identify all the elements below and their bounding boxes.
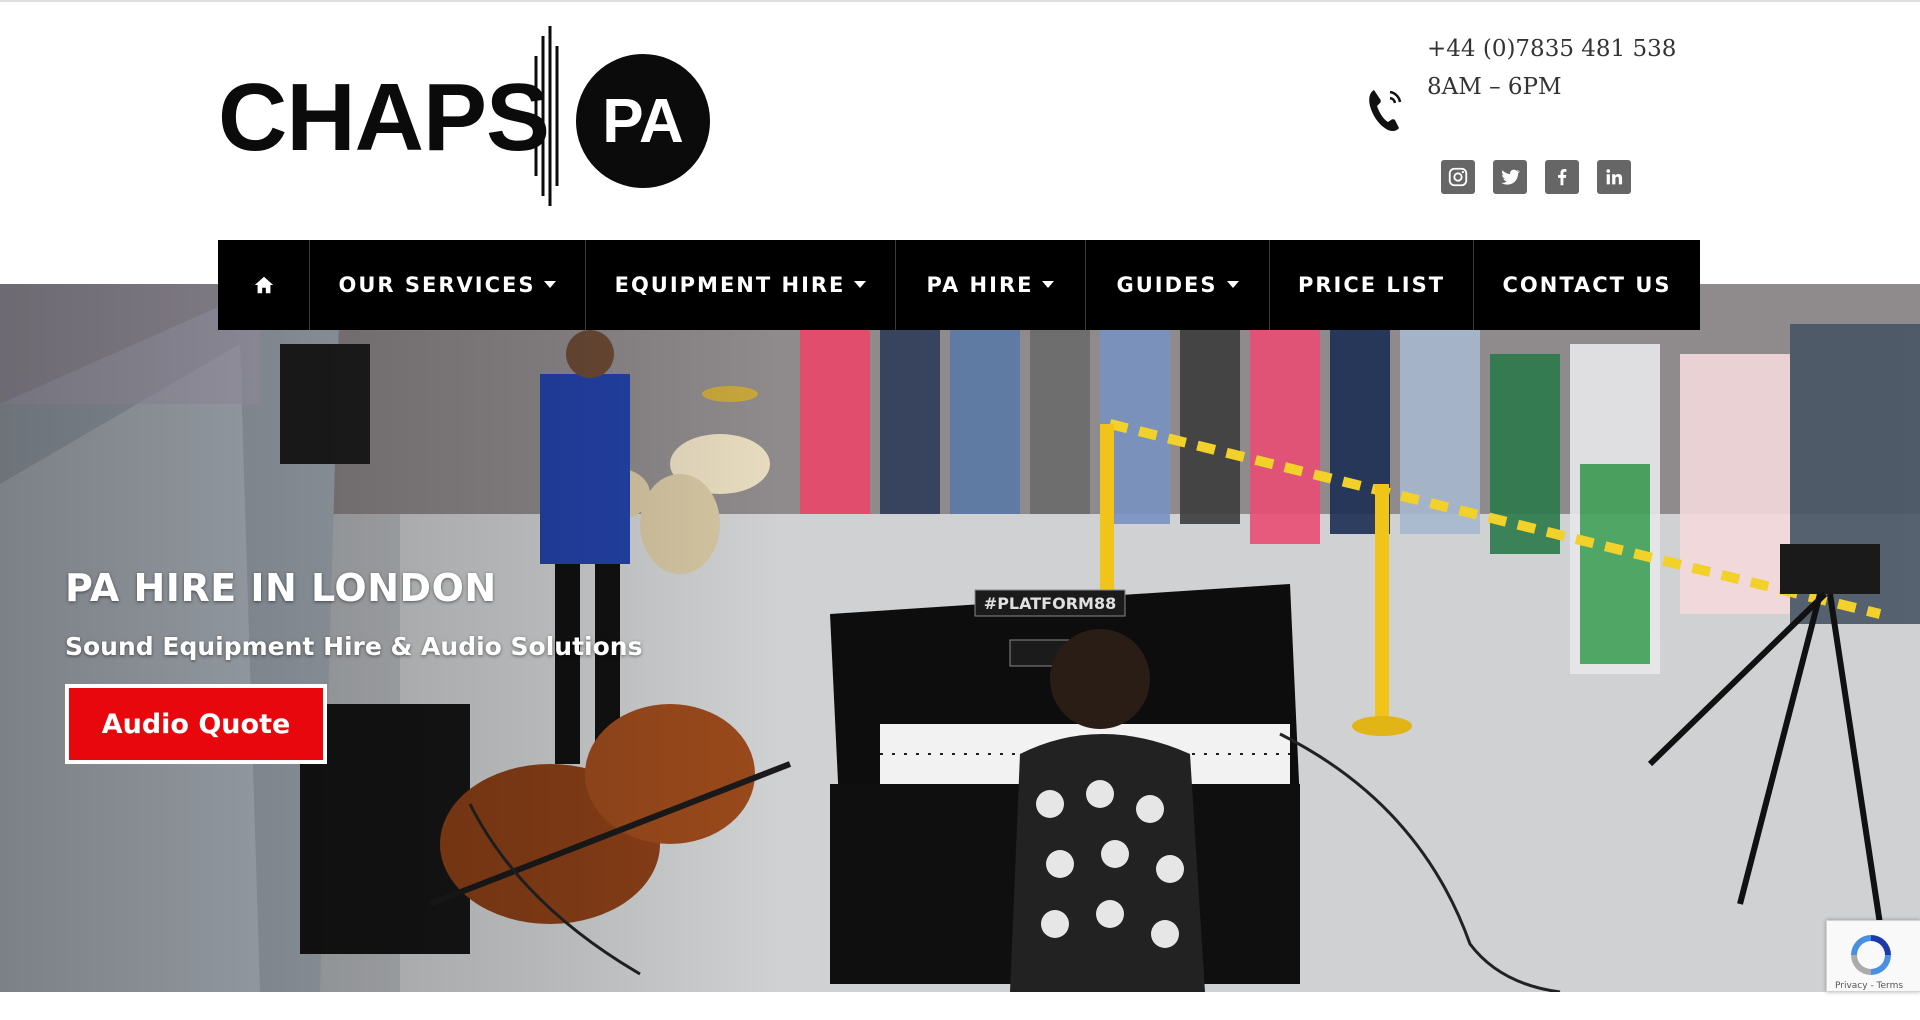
chevron-down-icon bbox=[1042, 280, 1055, 288]
recaptcha-icon bbox=[1851, 935, 1891, 975]
phone-icon bbox=[1369, 90, 1402, 132]
opening-hours: 8AM – 6PM bbox=[1427, 74, 1562, 100]
nav-pa-hire[interactable]: PA HIRE bbox=[896, 240, 1086, 330]
nav-equipment-hire[interactable]: EQUIPMENT HIRE bbox=[586, 240, 896, 330]
logo-wordmark: CHAPS bbox=[218, 64, 550, 171]
nav-equipment-hire-label: EQUIPMENT HIRE bbox=[614, 273, 846, 297]
facebook-icon[interactable] bbox=[1545, 160, 1579, 194]
home-icon bbox=[254, 276, 273, 294]
logo-badge-text: PA bbox=[602, 86, 684, 156]
chevron-down-icon bbox=[1226, 280, 1239, 288]
top-border bbox=[0, 0, 1920, 2]
nav-our-services-label: OUR SERVICES bbox=[338, 273, 536, 297]
nav-contact-us[interactable]: CONTACT US bbox=[1474, 240, 1700, 330]
nav-price-list[interactable]: PRICE LIST bbox=[1270, 240, 1474, 330]
chevron-down-icon bbox=[854, 280, 867, 288]
header-contact: +44 (0)7835 481 538 8AM – 6PM bbox=[1366, 36, 1696, 156]
logo-strings-graphic bbox=[534, 26, 559, 206]
page-bottom-strip bbox=[0, 992, 1920, 1020]
nav-guides[interactable]: GUIDES bbox=[1086, 240, 1270, 330]
hero-title: PA HIRE IN LONDON bbox=[65, 566, 497, 610]
phone-number[interactable]: +44 (0)7835 481 538 bbox=[1427, 36, 1676, 62]
nav-guides-label: GUIDES bbox=[1116, 273, 1218, 297]
chevron-down-icon bbox=[544, 280, 557, 288]
nav-contact-us-label: CONTACT US bbox=[1502, 273, 1672, 297]
instagram-icon[interactable] bbox=[1441, 160, 1475, 194]
nav-pa-hire-label: PA HIRE bbox=[926, 273, 1034, 297]
twitter-icon[interactable] bbox=[1493, 160, 1527, 194]
linkedin-icon[interactable] bbox=[1597, 160, 1631, 194]
main-nav: OUR SERVICES EQUIPMENT HIRE PA HIRE GUID… bbox=[218, 240, 1700, 330]
site-logo[interactable]: CHAPS PA bbox=[218, 26, 710, 206]
hero-subtitle: Sound Equipment Hire & Audio Solutions bbox=[65, 632, 643, 661]
audio-quote-button[interactable]: Audio Quote bbox=[65, 684, 327, 764]
social-links bbox=[1441, 160, 1631, 194]
recaptcha-privacy-terms[interactable]: Privacy - Terms bbox=[1835, 981, 1903, 991]
recaptcha-badge[interactable]: Privacy - Terms bbox=[1826, 920, 1920, 992]
nav-home[interactable] bbox=[218, 240, 310, 330]
logo-badge: PA bbox=[576, 54, 710, 188]
nav-our-services[interactable]: OUR SERVICES bbox=[310, 240, 586, 330]
piano-sign: #PLATFORM88 bbox=[984, 594, 1116, 613]
nav-price-list-label: PRICE LIST bbox=[1297, 273, 1446, 297]
